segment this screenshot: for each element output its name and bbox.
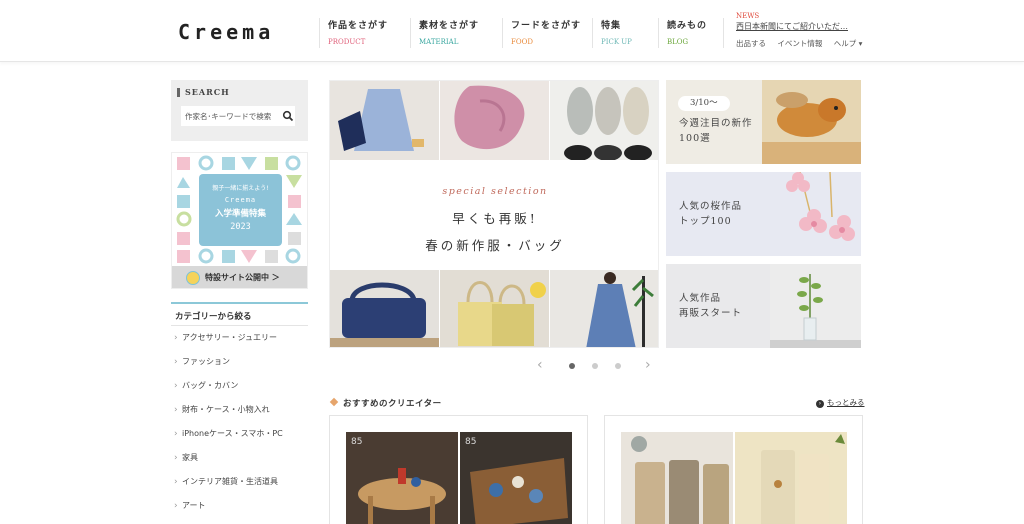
tote-bag-photo — [440, 270, 549, 347]
blouse-photo — [330, 81, 439, 160]
sell-link[interactable]: 出品する — [736, 39, 766, 48]
nav-blog[interactable]: 読みもの BLOG — [658, 18, 707, 48]
promo-mascot-icon — [186, 271, 200, 285]
creator-card[interactable] — [604, 415, 863, 524]
nav-divider — [723, 18, 724, 48]
promo-card: 親子一緒に揃えよう! Creema 入学準備特集 2023 — [199, 174, 282, 246]
creator-card-photos: 85 85 — [346, 432, 572, 524]
site-header: Creema 作品をさがす PRODUCT 素材をさがす MATERIAL フー… — [0, 0, 1024, 62]
news-tag: NEWS — [736, 12, 760, 20]
diamond-icon — [329, 397, 339, 407]
nav-product[interactable]: 作品をさがす PRODUCT — [319, 18, 388, 48]
category-item[interactable]: バッグ・カバン — [171, 374, 308, 398]
search-label: SEARCH — [177, 88, 230, 97]
side-banner-new-items[interactable]: 3/10〜 今週注目の新作 100選 — [666, 80, 861, 164]
more-link[interactable]: › もっとみる — [816, 397, 865, 408]
promo-link-bar[interactable]: 特設サイト公開中 ＞ — [172, 266, 307, 288]
category-item[interactable]: アクセサリー・ジュエリー — [171, 326, 308, 350]
category-item[interactable]: アート — [171, 494, 308, 518]
category-list: アクセサリー・ジュエリー ファッション バッグ・カバン 財布・ケース・小物入れ … — [171, 326, 308, 518]
help-menu[interactable]: ヘルプ ▾ — [834, 39, 863, 48]
carousel-dot-active[interactable] — [569, 363, 575, 369]
category-item[interactable]: インテリア雑貨・生活道具 — [171, 470, 308, 494]
events-link[interactable]: イベント情報 — [777, 39, 822, 48]
category-item[interactable]: iPhoneケース・スマホ・PC — [171, 422, 308, 446]
scarf-photo — [440, 81, 549, 160]
category-item[interactable]: 財布・ケース・小物入れ — [171, 398, 308, 422]
vase-plant-photo — [770, 264, 861, 348]
carousel-controls: ‹ › — [535, 358, 655, 374]
carousel-next-button[interactable]: › — [645, 358, 651, 372]
svg-text:85: 85 — [465, 437, 476, 447]
hero-banner[interactable]: special selection 早くも再販! 春の新作服・バッグ — [329, 80, 659, 348]
category-item[interactable]: ファッション — [171, 350, 308, 374]
site-logo[interactable]: Creema — [178, 20, 274, 44]
shoes-photo — [550, 81, 658, 160]
nav-material[interactable]: 素材をさがす MATERIAL — [410, 18, 479, 48]
search-panel: SEARCH — [171, 80, 308, 141]
hero-title-2: 春の新作服・バッグ — [425, 238, 565, 253]
basket-bag-photo — [330, 270, 439, 347]
bread-animal-photo — [762, 80, 861, 164]
side-banner-date: 3/10〜 — [678, 96, 730, 111]
hero-title-1: 早くも再販! — [452, 211, 538, 226]
carousel-dot[interactable] — [592, 363, 598, 369]
promo-banner[interactable]: 親子一緒に揃えよう! Creema 入学準備特集 2023 特設サイト公開中 ＞ — [171, 152, 308, 289]
sakura-earring-photo — [770, 172, 861, 256]
category-item[interactable]: 家具 — [171, 446, 308, 470]
chevron-right-icon: › — [816, 400, 824, 408]
hero-text: special selection 早くも再販! 春の新作服・バッグ — [330, 160, 658, 270]
creator-card[interactable]: 85 85 — [329, 415, 588, 524]
category-title: カテゴリーから絞る — [171, 302, 308, 326]
creator-card-photos — [621, 432, 847, 524]
svg-text:85: 85 — [351, 437, 362, 447]
recommended-creators-heading: おすすめのクリエイター — [329, 397, 442, 409]
news-link[interactable]: 西日本新聞にてご紹介いただ… — [736, 21, 848, 32]
carousel-prev-button[interactable]: ‹ — [537, 358, 543, 372]
side-banner-resale[interactable]: 人気作品 再販スタート — [666, 264, 861, 348]
dress-photo — [550, 270, 658, 347]
news-block: NEWS 西日本新聞にてご紹介いただ… — [736, 12, 848, 32]
search-input[interactable] — [181, 106, 295, 126]
hero-special-label: special selection — [442, 186, 548, 197]
side-banner-sakura[interactable]: 人気の桜作品 トップ100 — [666, 172, 861, 256]
carousel-dot[interactable] — [615, 363, 621, 369]
nav-pickup[interactable]: 特集 PICK UP — [592, 18, 632, 48]
search-icon[interactable] — [282, 110, 294, 122]
nav-food[interactable]: フードをさがす FOOD — [502, 18, 581, 48]
top-links: 出品する イベント情報 ヘルプ ▾ — [736, 38, 871, 49]
